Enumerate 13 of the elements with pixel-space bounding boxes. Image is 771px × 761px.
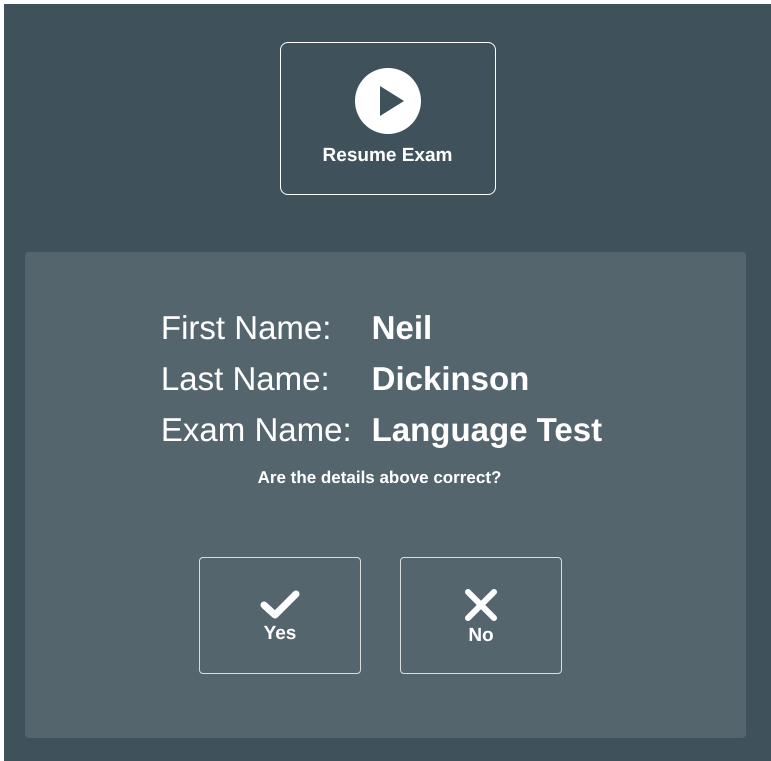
check-icon bbox=[260, 590, 300, 620]
field-label: First Name: bbox=[160, 308, 332, 348]
no-button[interactable]: No bbox=[400, 556, 562, 674]
resume-exam-button[interactable]: Resume Exam bbox=[280, 42, 496, 195]
close-icon bbox=[464, 588, 498, 622]
field-value: Dickinson bbox=[372, 359, 530, 399]
question-text: Are the details above correct? bbox=[258, 467, 502, 489]
field-label: Last Name: bbox=[160, 359, 331, 399]
field-label: Exam Name: bbox=[160, 410, 352, 450]
play-icon bbox=[354, 68, 420, 134]
field-value: Language Test bbox=[372, 410, 602, 450]
field-value: Neil bbox=[372, 308, 434, 348]
yes-button[interactable]: Yes bbox=[199, 556, 361, 674]
